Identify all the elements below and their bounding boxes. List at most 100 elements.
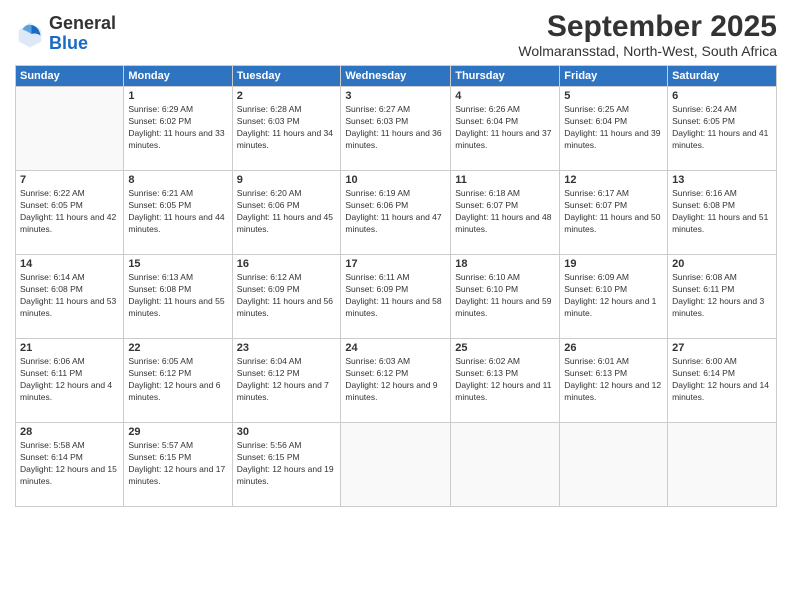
cell-info: Sunrise: 6:19 AM Sunset: 6:06 PM Dayligh… xyxy=(345,188,446,236)
col-saturday: Saturday xyxy=(668,66,777,87)
table-row: 19 Sunrise: 6:09 AM Sunset: 6:10 PM Dayli… xyxy=(560,255,668,339)
calendar-week-row: 14Sunrise: 6:14 AM Sunset: 6:08 PM Dayli… xyxy=(16,255,777,339)
table-row: 29 Sunrise: 5:57 AM Sunset: 6:15 PM Dayli… xyxy=(124,423,232,507)
cell-info: Sunrise: 6:29 AM Sunset: 6:02 PM Dayligh… xyxy=(128,104,227,152)
calendar-week-row: 7 Sunrise: 6:22 AM Sunset: 6:05 PM Daylig… xyxy=(16,171,777,255)
cell-info: Sunrise: 6:17 AM Sunset: 6:07 PM Dayligh… xyxy=(564,188,663,236)
table-row: 1 Sunrise: 6:29 AM Sunset: 6:02 PM Daylig… xyxy=(124,87,232,171)
table-row: 20Sunrise: 6:08 AM Sunset: 6:11 PM Dayli… xyxy=(668,255,777,339)
calendar-subtitle: Wolmaransstad, North-West, South Africa xyxy=(518,43,777,59)
cell-date-number: 22 xyxy=(128,342,227,354)
logo-general-text: General xyxy=(49,14,116,34)
header: General Blue September 2025 Wolmaranssta… xyxy=(15,10,777,59)
col-friday: Friday xyxy=(560,66,668,87)
table-row: 12Sunrise: 6:17 AM Sunset: 6:07 PM Dayli… xyxy=(560,171,668,255)
cell-date-number: 3 xyxy=(345,90,446,102)
calendar-week-row: 28 Sunrise: 5:58 AM Sunset: 6:14 PM Dayli… xyxy=(16,423,777,507)
cell-date-number: 13 xyxy=(672,174,772,186)
cell-date-number: 27 xyxy=(672,342,772,354)
table-row: 6 Sunrise: 6:24 AM Sunset: 6:05 PM Daylig… xyxy=(668,87,777,171)
cell-date-number: 18 xyxy=(455,258,555,270)
cell-info: Sunrise: 6:27 AM Sunset: 6:03 PM Dayligh… xyxy=(345,104,446,152)
table-row xyxy=(560,423,668,507)
table-row: 4 Sunrise: 6:26 AM Sunset: 6:04 PM Daylig… xyxy=(451,87,560,171)
cell-info: Sunrise: 6:05 AM Sunset: 6:12 PM Dayligh… xyxy=(128,356,227,404)
calendar-week-row: 1 Sunrise: 6:29 AM Sunset: 6:02 PM Daylig… xyxy=(16,87,777,171)
cell-date-number: 16 xyxy=(237,258,337,270)
cell-info: Sunrise: 6:03 AM Sunset: 6:12 PM Dayligh… xyxy=(345,356,446,404)
table-row: 25 Sunrise: 6:02 AM Sunset: 6:13 PM Dayli… xyxy=(451,339,560,423)
table-row xyxy=(451,423,560,507)
table-row: 24Sunrise: 6:03 AM Sunset: 6:12 PM Dayli… xyxy=(341,339,451,423)
cell-date-number: 2 xyxy=(237,90,337,102)
cell-date-number: 28 xyxy=(20,426,119,438)
cell-date-number: 30 xyxy=(237,426,337,438)
col-wednesday: Wednesday xyxy=(341,66,451,87)
table-row xyxy=(668,423,777,507)
cell-date-number: 25 xyxy=(455,342,555,354)
cell-info: Sunrise: 6:22 AM Sunset: 6:05 PM Dayligh… xyxy=(20,188,119,236)
cell-info: Sunrise: 6:28 AM Sunset: 6:03 PM Dayligh… xyxy=(237,104,337,152)
table-row: 17Sunrise: 6:11 AM Sunset: 6:09 PM Dayli… xyxy=(341,255,451,339)
table-row: 2 Sunrise: 6:28 AM Sunset: 6:03 PM Daylig… xyxy=(232,87,341,171)
table-row: 8 Sunrise: 6:21 AM Sunset: 6:05 PM Daylig… xyxy=(124,171,232,255)
cell-date-number: 8 xyxy=(128,174,227,186)
calendar-week-row: 21 Sunrise: 6:06 AM Sunset: 6:11 PM Dayli… xyxy=(16,339,777,423)
cell-info: Sunrise: 6:04 AM Sunset: 6:12 PM Dayligh… xyxy=(237,356,337,404)
col-thursday: Thursday xyxy=(451,66,560,87)
cell-date-number: 26 xyxy=(564,342,663,354)
table-row: 9Sunrise: 6:20 AM Sunset: 6:06 PM Daylig… xyxy=(232,171,341,255)
cell-date-number: 15 xyxy=(128,258,227,270)
cell-info: Sunrise: 6:26 AM Sunset: 6:04 PM Dayligh… xyxy=(455,104,555,152)
calendar-table: Sunday Monday Tuesday Wednesday Thursday… xyxy=(15,65,777,507)
cell-date-number: 10 xyxy=(345,174,446,186)
cell-info: Sunrise: 5:58 AM Sunset: 6:14 PM Dayligh… xyxy=(20,440,119,488)
table-row: 5Sunrise: 6:25 AM Sunset: 6:04 PM Daylig… xyxy=(560,87,668,171)
table-row: 30Sunrise: 5:56 AM Sunset: 6:15 PM Dayli… xyxy=(232,423,341,507)
cell-info: Sunrise: 6:08 AM Sunset: 6:11 PM Dayligh… xyxy=(672,272,772,320)
cell-info: Sunrise: 6:25 AM Sunset: 6:04 PM Dayligh… xyxy=(564,104,663,152)
cell-date-number: 11 xyxy=(455,174,555,186)
cell-date-number: 1 xyxy=(128,90,227,102)
cell-date-number: 7 xyxy=(20,174,119,186)
table-row: 22 Sunrise: 6:05 AM Sunset: 6:12 PM Dayli… xyxy=(124,339,232,423)
page: General Blue September 2025 Wolmaranssta… xyxy=(0,0,792,612)
calendar-title: September 2025 xyxy=(518,10,777,43)
logo-icon xyxy=(15,19,45,49)
table-row: 11Sunrise: 6:18 AM Sunset: 6:07 PM Dayli… xyxy=(451,171,560,255)
table-row xyxy=(341,423,451,507)
cell-date-number: 21 xyxy=(20,342,119,354)
table-row: 16Sunrise: 6:12 AM Sunset: 6:09 PM Dayli… xyxy=(232,255,341,339)
cell-info: Sunrise: 5:57 AM Sunset: 6:15 PM Dayligh… xyxy=(128,440,227,488)
cell-info: Sunrise: 6:02 AM Sunset: 6:13 PM Dayligh… xyxy=(455,356,555,404)
table-row: 26 Sunrise: 6:01 AM Sunset: 6:13 PM Dayli… xyxy=(560,339,668,423)
table-row: 15Sunrise: 6:13 AM Sunset: 6:08 PM Dayli… xyxy=(124,255,232,339)
col-tuesday: Tuesday xyxy=(232,66,341,87)
cell-info: Sunrise: 6:01 AM Sunset: 6:13 PM Dayligh… xyxy=(564,356,663,404)
cell-info: Sunrise: 6:20 AM Sunset: 6:06 PM Dayligh… xyxy=(237,188,337,236)
table-row: 27 Sunrise: 6:00 AM Sunset: 6:14 PM Dayli… xyxy=(668,339,777,423)
logo: General Blue xyxy=(15,14,116,54)
col-sunday: Sunday xyxy=(16,66,124,87)
table-row: 18 Sunrise: 6:10 AM Sunset: 6:10 PM Dayli… xyxy=(451,255,560,339)
cell-date-number: 6 xyxy=(672,90,772,102)
table-row: 28 Sunrise: 5:58 AM Sunset: 6:14 PM Dayli… xyxy=(16,423,124,507)
logo-blue-text: Blue xyxy=(49,34,116,54)
cell-date-number: 4 xyxy=(455,90,555,102)
cell-info: Sunrise: 6:21 AM Sunset: 6:05 PM Dayligh… xyxy=(128,188,227,236)
table-row: 21 Sunrise: 6:06 AM Sunset: 6:11 PM Dayli… xyxy=(16,339,124,423)
cell-date-number: 23 xyxy=(237,342,337,354)
calendar-header-row: Sunday Monday Tuesday Wednesday Thursday… xyxy=(16,66,777,87)
table-row: 14Sunrise: 6:14 AM Sunset: 6:08 PM Dayli… xyxy=(16,255,124,339)
logo-text: General Blue xyxy=(49,14,116,54)
table-row: 7 Sunrise: 6:22 AM Sunset: 6:05 PM Daylig… xyxy=(16,171,124,255)
cell-info: Sunrise: 6:09 AM Sunset: 6:10 PM Dayligh… xyxy=(564,272,663,320)
table-row: 13Sunrise: 6:16 AM Sunset: 6:08 PM Dayli… xyxy=(668,171,777,255)
cell-info: Sunrise: 6:00 AM Sunset: 6:14 PM Dayligh… xyxy=(672,356,772,404)
cell-info: Sunrise: 6:10 AM Sunset: 6:10 PM Dayligh… xyxy=(455,272,555,320)
cell-date-number: 29 xyxy=(128,426,227,438)
cell-info: Sunrise: 6:06 AM Sunset: 6:11 PM Dayligh… xyxy=(20,356,119,404)
cell-date-number: 19 xyxy=(564,258,663,270)
cell-info: Sunrise: 6:11 AM Sunset: 6:09 PM Dayligh… xyxy=(345,272,446,320)
cell-info: Sunrise: 6:24 AM Sunset: 6:05 PM Dayligh… xyxy=(672,104,772,152)
